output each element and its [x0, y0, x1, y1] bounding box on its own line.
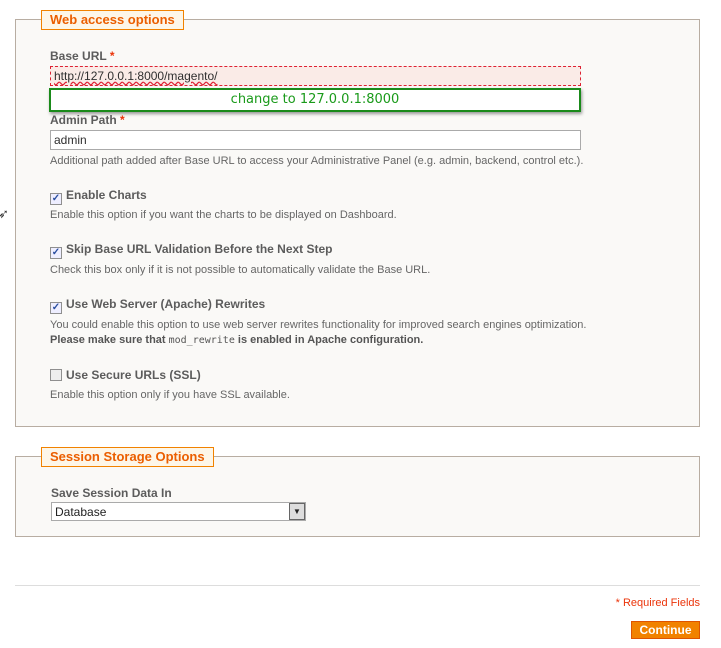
session-select[interactable]: Database ▼ [51, 502, 306, 521]
secure-urls-help: Enable this option only if you have SSL … [50, 389, 290, 401]
mouse-cursor-icon: ➶ [0, 206, 9, 221]
session-fieldset: Session Storage Options Save Session Dat… [15, 447, 700, 537]
admin-path-help: Additional path added after Base URL to … [50, 155, 584, 167]
rewrites-note: Please make sure that mod_rewrite is ena… [50, 334, 424, 346]
base-url-label: Base URL * [50, 49, 115, 63]
enable-charts-help: Enable this option if you want the chart… [50, 209, 397, 221]
web-access-legend: Web access options [41, 10, 184, 30]
enable-charts-checkbox[interactable]: ✓ [50, 193, 62, 205]
annotation-box: change to 127.0.0.1:8000 [49, 88, 581, 112]
session-label: Save Session Data In [51, 486, 172, 500]
chevron-down-icon[interactable]: ▼ [289, 503, 305, 520]
divider [15, 585, 700, 586]
session-select-value: Database [55, 505, 107, 519]
skip-validation-checkbox[interactable]: ✓ [50, 247, 62, 259]
continue-button[interactable]: Continue [631, 621, 700, 639]
admin-path-input[interactable]: admin [50, 130, 581, 150]
base-url-input[interactable]: http://127.0.0.1:8000/magento/ [50, 66, 581, 86]
admin-path-label: Admin Path * [50, 113, 125, 127]
secure-urls-option[interactable]: Use Secure URLs (SSL) [50, 368, 201, 382]
enable-charts-option[interactable]: ✓ Enable Charts [50, 188, 147, 205]
web-access-fieldset: Web access options Base URL * http://127… [15, 10, 700, 427]
rewrites-option[interactable]: ✓ Use Web Server (Apache) Rewrites [50, 297, 265, 314]
secure-urls-checkbox[interactable] [50, 369, 62, 381]
required-fields-note: * Required Fields [615, 597, 700, 609]
session-legend: Session Storage Options [41, 447, 214, 467]
skip-validation-help: Check this box only if it is not possibl… [50, 264, 431, 276]
rewrites-checkbox[interactable]: ✓ [50, 302, 62, 314]
skip-validation-option[interactable]: ✓ Skip Base URL Validation Before the Nex… [50, 242, 333, 259]
rewrites-help: You could enable this option to use web … [50, 319, 587, 331]
